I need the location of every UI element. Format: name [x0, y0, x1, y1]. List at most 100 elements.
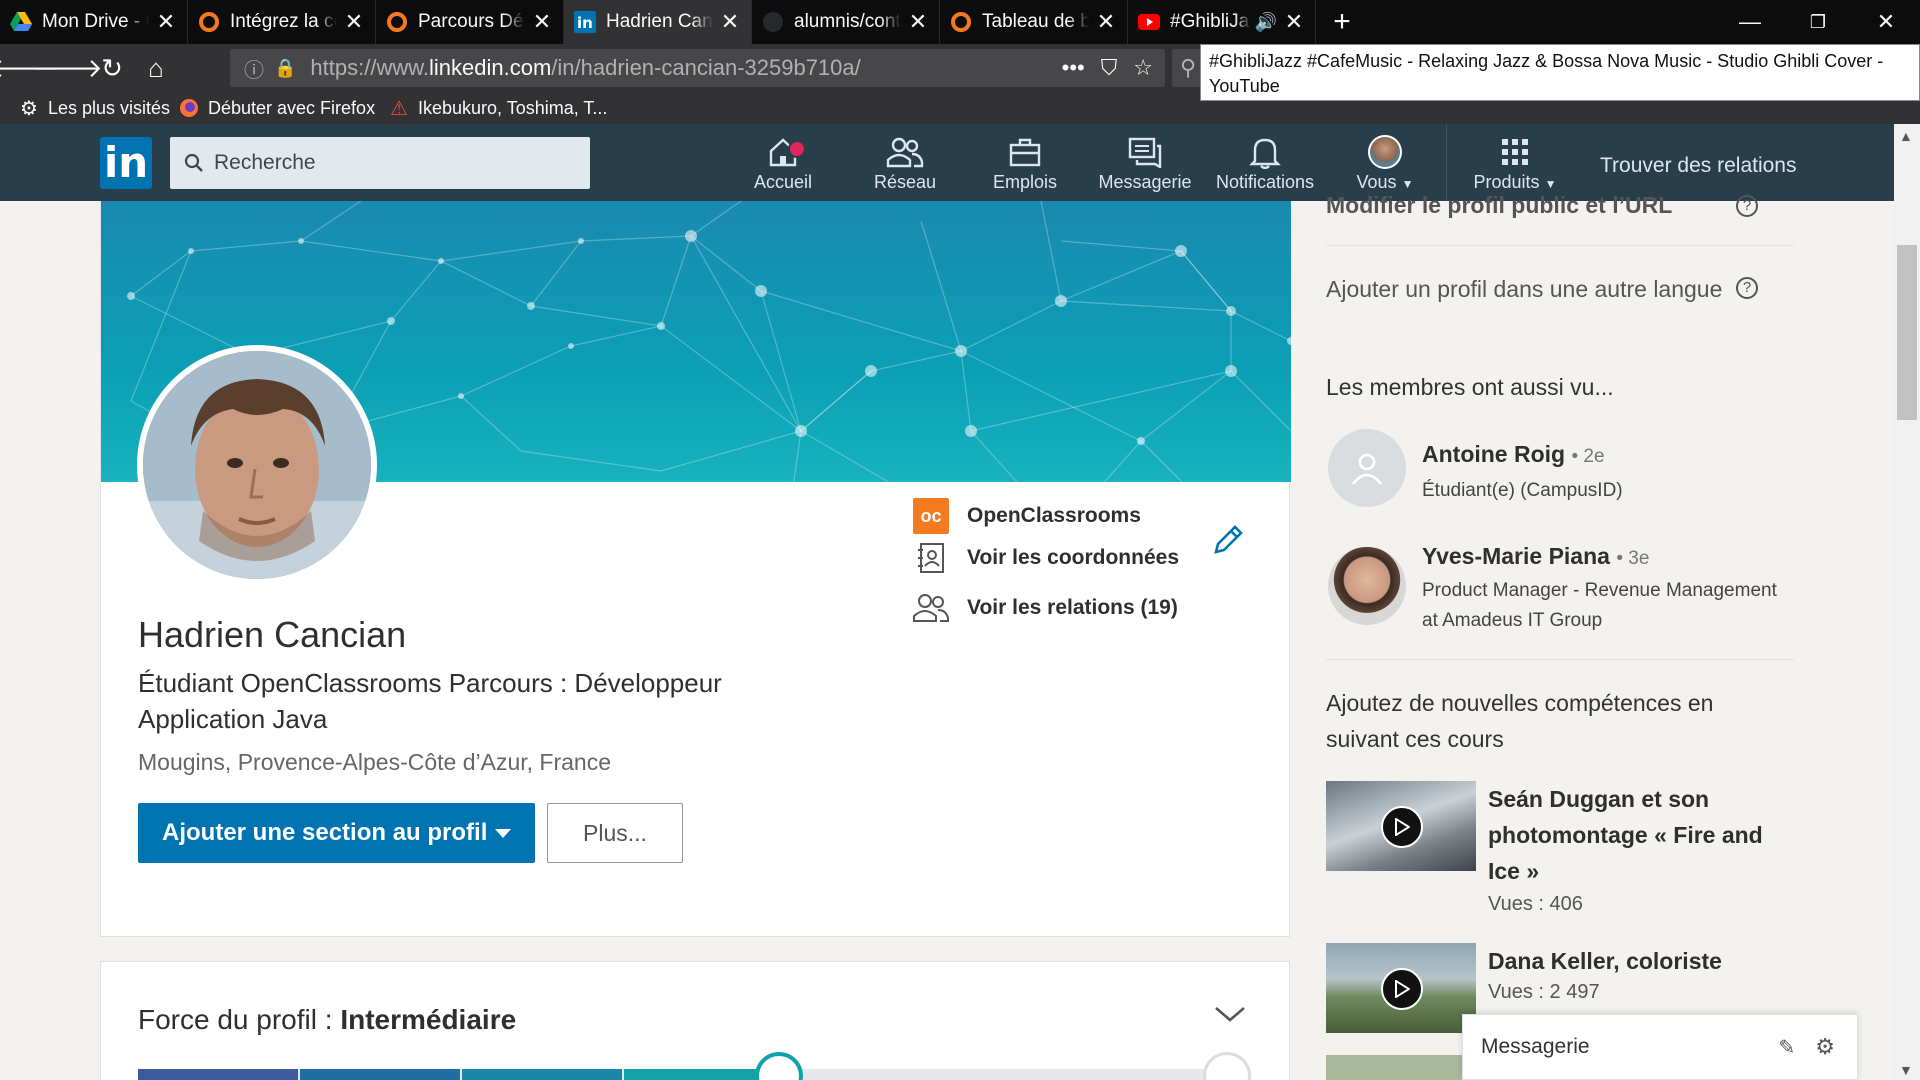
course-views: Vues : 406: [1488, 893, 1583, 915]
bookmark-ikebukuro[interactable]: ⚠ Ikebukuro, Toshima, T...: [388, 96, 607, 120]
linkedin-logo[interactable]: in: [100, 137, 152, 189]
browser-tab[interactable]: Parcours Développeur ✕: [376, 0, 564, 44]
tab-title: alumnis/content/: [794, 11, 901, 32]
search-icon: ⚲: [1180, 55, 1197, 80]
contact-info-link[interactable]: Voir les coordonnées: [913, 540, 1179, 576]
star-icon: [1203, 1052, 1251, 1080]
person-description: Product Manager - Revenue Management at …: [1422, 580, 1777, 631]
close-icon[interactable]: ✕: [907, 9, 929, 35]
scroll-up-icon[interactable]: ▲: [1899, 128, 1913, 144]
divider: [1326, 245, 1794, 246]
compose-icon[interactable]: ✎: [1779, 1035, 1796, 1060]
person-name[interactable]: Yves-Marie Piana • 3e: [1422, 543, 1649, 570]
browser-tab-active[interactable]: in Hadrien Cancian | LinkedIn ✕: [564, 0, 752, 44]
meter-segment: [300, 1069, 460, 1080]
tab-title: Mon Drive - Google Drive: [42, 11, 149, 32]
openclassrooms-logo: oc: [913, 498, 949, 534]
linkedin-icon: in: [574, 11, 596, 33]
help-icon[interactable]: ?: [1736, 195, 1758, 217]
play-icon: [1381, 806, 1423, 848]
lock-icon: 🔒: [274, 57, 297, 78]
browser-tab[interactable]: Tableau de bord ✕: [940, 0, 1128, 44]
browser-tab[interactable]: Mon Drive - Google Drive ✕: [0, 0, 188, 44]
course-thumbnail[interactable]: [1326, 781, 1476, 871]
bookmark-firefox[interactable]: Débuter avec Firefox: [178, 96, 375, 120]
openclassrooms-icon: [386, 11, 408, 33]
find-relations-link[interactable]: Trouver des relations: [1600, 154, 1796, 178]
nav-messaging[interactable]: Messagerie: [1090, 134, 1200, 196]
info-icon[interactable]: ⓘ: [244, 54, 264, 83]
person-name[interactable]: Antoine Roig • 2e: [1422, 441, 1605, 468]
browser-tab[interactable]: #GhibliJazz #CafeMusic 🔊 ✕: [1128, 0, 1316, 44]
add-language-profile-link[interactable]: Ajouter un profil dans une autre langue: [1326, 271, 1726, 307]
edit-public-profile-link[interactable]: Modifier le profil public et l’URL: [1326, 187, 1672, 223]
bookmark-most-visited[interactable]: ⚙ Les plus visités: [18, 96, 170, 120]
edit-pencil-icon[interactable]: [1211, 523, 1245, 557]
profile-photo[interactable]: [137, 345, 377, 585]
tab-tooltip: #GhibliJazz #CafeMusic - Relaxing Jazz &…: [1200, 44, 1920, 101]
meter-segment: [138, 1069, 298, 1080]
more-button[interactable]: Plus...: [547, 803, 683, 863]
person-avatar[interactable]: [1328, 547, 1406, 625]
profile-location: Mougins, Provence-Alpes-Côte d’Azur, Fra…: [138, 749, 611, 775]
profile-card: Hadrien Cancian Étudiant OpenClassrooms …: [100, 201, 1291, 937]
url-path: /in/hadrien-cancian-3259b710a/: [551, 55, 861, 80]
close-icon[interactable]: ✕: [155, 9, 177, 35]
close-window-button[interactable]: ✕: [1852, 0, 1920, 44]
help-icon[interactable]: ?: [1736, 277, 1758, 299]
company-link[interactable]: oc OpenClassrooms: [913, 498, 1141, 534]
close-icon[interactable]: ✕: [343, 9, 365, 35]
url-host: linkedin.com: [429, 55, 552, 80]
scrollbar-thumb[interactable]: [1897, 245, 1917, 420]
ghost-avatar[interactable]: [1328, 429, 1406, 507]
url-prefix: https://www.: [310, 55, 430, 80]
close-icon[interactable]: ✕: [1095, 9, 1117, 35]
google-drive-icon: [10, 11, 32, 33]
course-thumbnail[interactable]: [1326, 943, 1476, 1033]
nav-home[interactable]: Accueil: [728, 134, 838, 196]
browser-tab-bar: Mon Drive - Google Drive ✕ Intégrez la c…: [0, 0, 1920, 44]
chevron-down-icon[interactable]: [1213, 1004, 1247, 1029]
nav-label: Messagerie: [1098, 172, 1192, 192]
bookmark-star-icon[interactable]: ☆: [1133, 55, 1153, 81]
browser-tab[interactable]: alumnis/content/ ✕: [752, 0, 940, 44]
right-rail: Modifier le profil public et l’URL ? Ajo…: [1326, 192, 1794, 1080]
pocket-icon[interactable]: ⛉: [1101, 55, 1118, 81]
minimize-button[interactable]: —: [1716, 0, 1784, 44]
notification-badge: [788, 140, 806, 158]
strength-level: Intermédiaire: [340, 1004, 517, 1035]
search-input[interactable]: Recherche: [170, 137, 590, 189]
add-profile-section-button[interactable]: Ajouter une section au profil: [138, 803, 535, 863]
relations-link[interactable]: Voir les relations (19): [913, 590, 1178, 626]
home-icon: [728, 134, 838, 170]
close-icon[interactable]: ✕: [719, 9, 741, 35]
scroll-down-icon[interactable]: ▼: [1899, 1062, 1913, 1078]
nav-network[interactable]: Réseau: [850, 134, 960, 196]
page-actions-icon[interactable]: •••: [1062, 55, 1085, 81]
nav-label: Emplois: [992, 172, 1058, 192]
messaging-widget[interactable]: Messagerie ✎ ⚙: [1462, 1014, 1858, 1080]
course-views: Vues : 2 497: [1488, 981, 1600, 1003]
course-thumbnail[interactable]: [1326, 1055, 1476, 1080]
openclassrooms-icon: [950, 11, 972, 33]
nav-jobs[interactable]: Emplois: [970, 134, 1080, 196]
profile-strength-title: Force du profil : Intermédiaire: [138, 1004, 516, 1036]
reload-button[interactable]: ↻: [92, 48, 132, 88]
course-title[interactable]: Dana Keller, coloriste: [1488, 943, 1788, 979]
course-title[interactable]: Seán Duggan et son photomontage « Fire a…: [1488, 781, 1788, 889]
profile-headline: Étudiant OpenClassrooms Parcours : Dével…: [138, 668, 722, 734]
speaker-icon[interactable]: 🔊: [1255, 12, 1277, 33]
restore-button[interactable]: ❐: [1784, 0, 1852, 44]
gear-icon[interactable]: ⚙: [1815, 1034, 1835, 1060]
forward-button[interactable]: 🡒: [33, 48, 103, 88]
nav-notifications[interactable]: Notifications: [1210, 134, 1320, 196]
nav-label: Accueil: [753, 172, 813, 192]
home-button[interactable]: ⌂: [136, 48, 176, 88]
person-placeholder-icon: [1351, 453, 1383, 485]
new-tab-button[interactable]: +: [1316, 0, 1368, 44]
briefcase-icon: [970, 134, 1080, 170]
url-bar[interactable]: ⓘ 🔒 https://www. linkedin.com/in/hadrien-…: [230, 49, 1165, 87]
close-icon[interactable]: ✕: [1283, 9, 1305, 35]
close-icon[interactable]: ✕: [531, 9, 553, 35]
browser-tab[interactable]: Intégrez la communauté ✕: [188, 0, 376, 44]
